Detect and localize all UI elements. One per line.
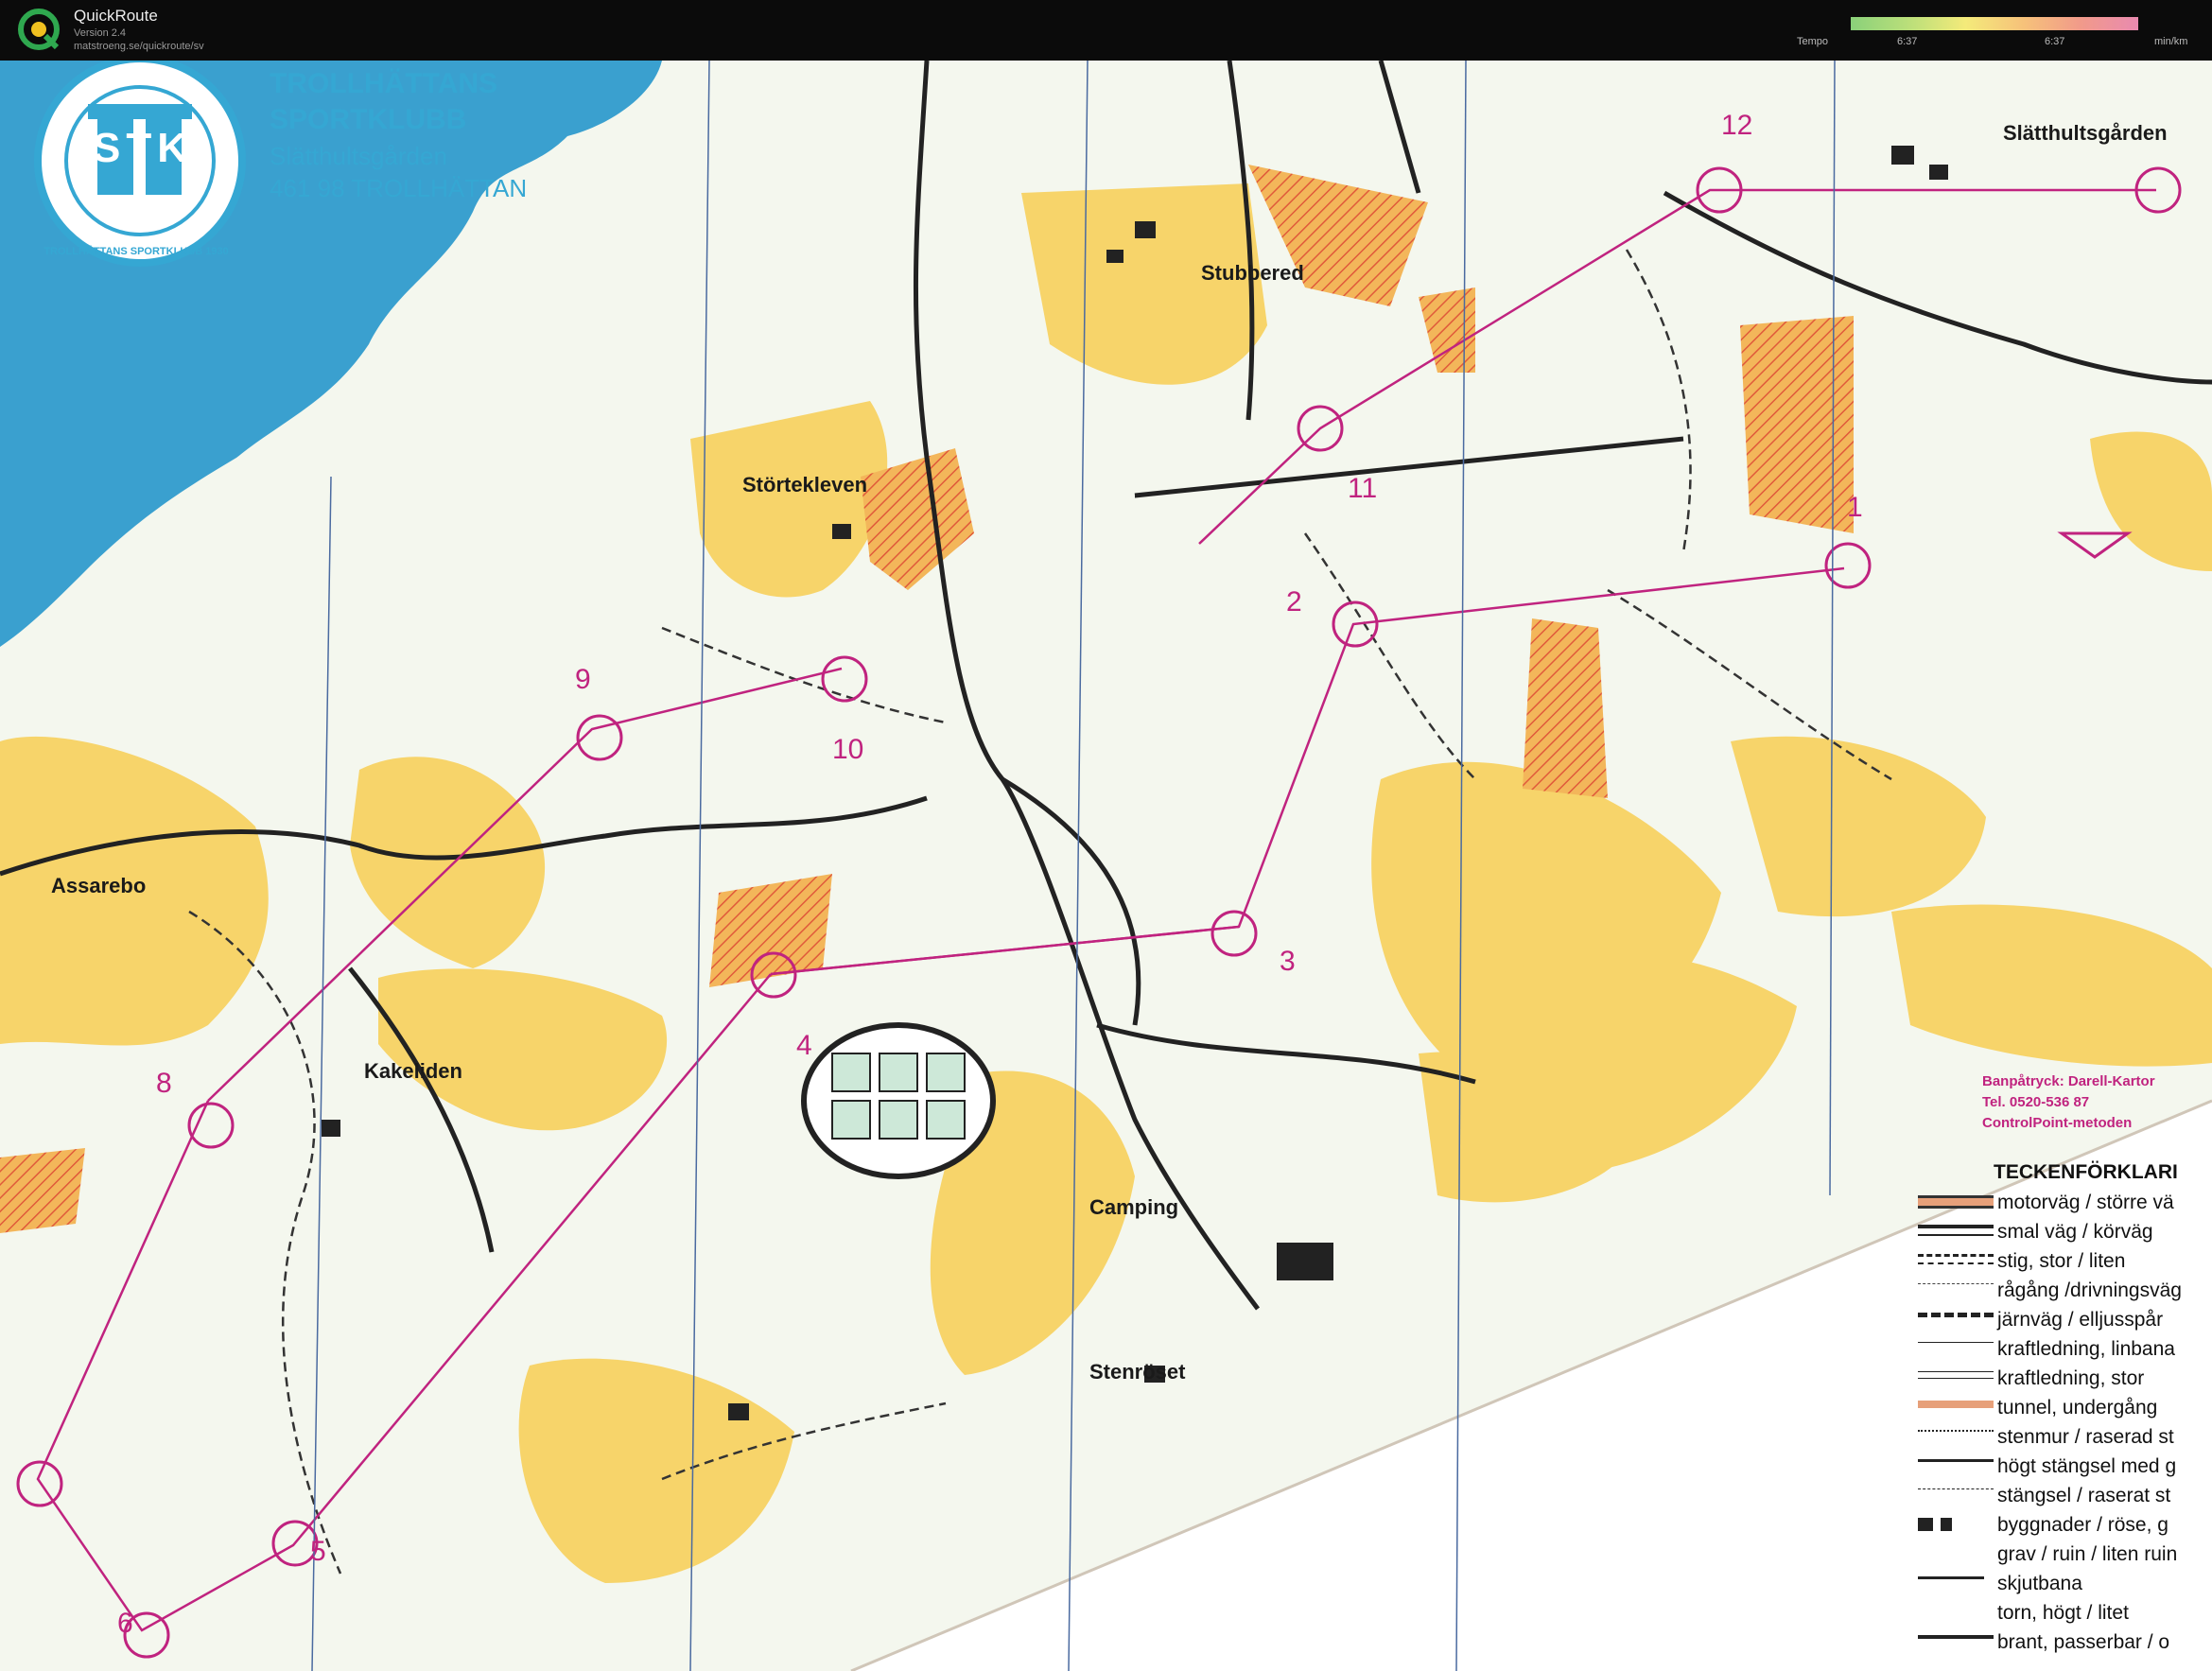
legend-row: stig, stor / liten (1918, 1248, 2212, 1277)
legend-row: skjutbana (1918, 1571, 2212, 1599)
legend-row: kraftledning, linbana (1918, 1336, 2212, 1365)
printer-line2: Tel. 0520-536 87 (1982, 1094, 2090, 1110)
legend-symbol (1918, 1430, 1994, 1437)
legend-symbol (1918, 1547, 1994, 1560)
legend-symbol (1918, 1313, 1994, 1323)
control-number-6: 6 (117, 1608, 133, 1639)
printer-line3: ControlPoint-metoden (1982, 1115, 2133, 1131)
legend-label: motorväg / större vä (1997, 1192, 2174, 1213)
map-graphics (0, 61, 2212, 1671)
legend-row: motorväg / större vä (1918, 1190, 2212, 1218)
place-slatthultsgarden: Slätthultsgården (2003, 121, 2168, 145)
control-number-12: 12 (1721, 110, 1753, 141)
control-number-8: 8 (156, 1068, 172, 1099)
place-stubbered: Stubbered (1201, 261, 1304, 285)
legend-symbol (1918, 1459, 1994, 1468)
club-logo-letters: STK (93, 125, 193, 171)
legend-label: högt stängsel med g (1997, 1455, 2177, 1477)
legend-row: byggnader / röse, g (1918, 1512, 2212, 1540)
legend-label: kraftledning, stor (1997, 1367, 2145, 1389)
legend-label: stängsel / raserat st (1997, 1485, 2171, 1506)
legend-symbol (1918, 1606, 1994, 1619)
legend-symbol (1918, 1401, 1994, 1408)
club-address-line2: 461 98 TROLLHÄTTAN (270, 174, 528, 202)
tempo-label: Tempo (1797, 36, 1829, 47)
club-name-line2: SPORTKLUBB (270, 104, 467, 135)
legend-symbol (1918, 1635, 1994, 1645)
legend-row: stenmur / raserad st (1918, 1424, 2212, 1453)
legend-label: skjutbana (1997, 1573, 2082, 1594)
legend-symbol (1918, 1342, 1994, 1349)
legend-label: smal väg / körväg (1997, 1221, 2153, 1243)
legend-label: stig, stor / liten (1997, 1250, 2126, 1272)
app-titlebar: QuickRoute Version 2.4 matstroeng.se/qui… (0, 0, 2212, 61)
control-number-1: 1 (1847, 492, 1863, 523)
legend-row: högt stängsel med g (1918, 1453, 2212, 1482)
control-number-4: 4 (796, 1030, 812, 1061)
control-number-5: 5 (310, 1536, 326, 1567)
legend-symbol (1918, 1518, 1994, 1531)
legend-row: rågång /drivningsväg (1918, 1278, 2212, 1306)
control-number-11: 11 (1348, 473, 1378, 504)
club-name-line1: TROLLHÄTTANS (270, 68, 498, 99)
legend-symbol (1918, 1283, 1994, 1290)
control-number-2: 2 (1286, 586, 1302, 618)
legend-label: rågång /drivningsväg (1997, 1279, 2182, 1301)
legend-row: stängsel / raserat st (1918, 1483, 2212, 1511)
legend-label: torn, högt / litet (1997, 1602, 2129, 1624)
club-logo-ring-text: TROLLHÄTTANS SPORTKLUBB 1930 (44, 246, 229, 257)
printer-line1: Banpåtryck: Darell-Kartor (1982, 1073, 2155, 1089)
tempo-tick: 6:37 (2045, 36, 2065, 47)
legend-label: tunnel, undergång (1997, 1397, 2158, 1419)
quickroute-logo-icon (18, 9, 60, 50)
legend-row: järnväg / elljusspår (1918, 1307, 2212, 1335)
app-version: Version 2.4 (74, 27, 127, 39)
legend-symbol (1918, 1371, 1994, 1379)
legend-label: byggnader / röse, g (1997, 1514, 2168, 1536)
club-address-line1: Slätthultsgården (270, 142, 447, 170)
legend-row: tunnel, undergång (1918, 1395, 2212, 1423)
legend-row: kraftledning, stor (1918, 1366, 2212, 1394)
place-assarebo: Assarebo (51, 874, 147, 897)
legend-symbol (1918, 1254, 1994, 1264)
legend-row: torn, högt / litet (1918, 1600, 2212, 1628)
legend-symbol (1918, 1195, 1994, 1209)
legend-symbol (1918, 1576, 1984, 1585)
legend-label: brant, passerbar / o (1997, 1631, 2170, 1653)
legend-row: grav / ruin / liten ruin (1918, 1541, 2212, 1570)
control-number-3: 3 (1280, 946, 1296, 977)
place-kakeliden: Kakeliden (364, 1059, 462, 1083)
tempo-unit: min/km (2154, 36, 2188, 47)
app-name: QuickRoute (74, 7, 158, 25)
place-camping: Camping (1089, 1195, 1179, 1219)
app-url: matstroeng.se/quickroute/sv (74, 41, 204, 52)
legend-label: järnväg / elljusspår (1997, 1309, 2164, 1331)
place-stenroset: Stenröset (1089, 1360, 1186, 1384)
legend-title: TECKENFÖRKLARI (1994, 1161, 2178, 1183)
legend-row: smal väg / körväg (1918, 1219, 2212, 1247)
control-number-9: 9 (575, 664, 591, 695)
tempo-tick: 6:37 (1897, 36, 1918, 47)
place-stortekleven: Störtekleven (742, 473, 868, 496)
legend-label: grav / ruin / liten ruin (1997, 1543, 2178, 1565)
printer-info: Banpåtryck: Darell-Kartor Tel. 0520-536 … (1982, 1071, 2155, 1134)
legend-symbol (1918, 1488, 1994, 1495)
tempo-color-scale[interactable] (1851, 17, 2138, 30)
control-number-10: 10 (832, 734, 864, 765)
orienteering-map[interactable]: STK TROLLHÄTTANS SPORTKLUBB 1930 TROLLHÄ… (0, 61, 2212, 1671)
legend-symbol (1918, 1225, 1994, 1236)
legend-label: stenmur / raserad st (1997, 1426, 2174, 1448)
legend-label: kraftledning, linbana (1997, 1338, 2175, 1360)
legend-row: brant, passerbar / o (1918, 1629, 2212, 1658)
